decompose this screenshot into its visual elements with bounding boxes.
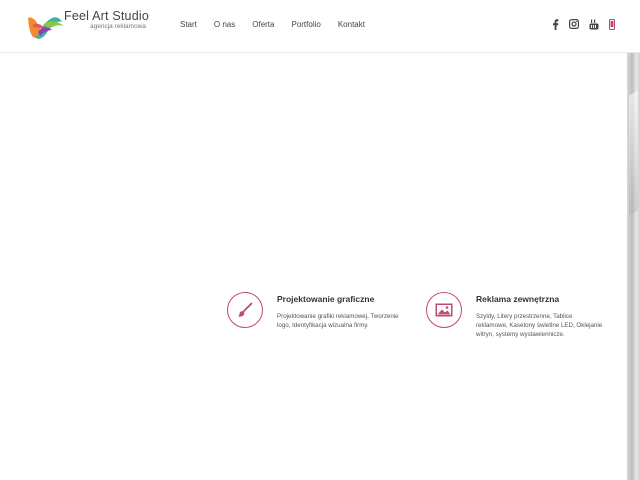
youtube-icon[interactable] [589, 19, 599, 30]
logo[interactable]: Feel Art Studio agencja reklamowa [26, 8, 156, 44]
image-icon [435, 303, 453, 317]
facebook-icon[interactable] [552, 19, 559, 30]
social-links [542, 18, 616, 31]
instagram-icon[interactable] [569, 19, 580, 30]
site-header: Feel Art Studio agencja reklamowa Start … [0, 0, 640, 53]
nav-item-portfolio[interactable]: Portfolio [291, 20, 320, 29]
paintbrush-icon [238, 302, 253, 317]
phone-icon[interactable] [608, 18, 616, 31]
feature-title: Reklama zewnętrzna [476, 294, 560, 304]
feature-icon-circle [227, 292, 263, 328]
feature-description: Projektowanie grafiki reklamowej, Tworze… [277, 313, 399, 329]
logo-mark-icon [28, 17, 64, 39]
brand-name: Feel Art Studio [64, 9, 149, 23]
main-nav: Start O nas Oferta Portfolio Kontakt [180, 20, 382, 29]
nav-item-start[interactable]: Start [180, 20, 197, 29]
nav-item-kontakt[interactable]: Kontakt [338, 20, 365, 29]
feature-title: Projektowanie graficzne [277, 294, 375, 304]
nav-item-oferta[interactable]: Oferta [252, 20, 274, 29]
feature-description: Szyldy, Litery przestrzenne, Tablice rek… [476, 313, 603, 338]
side-slider-edge [627, 53, 640, 480]
feature-icon-circle [426, 292, 462, 328]
nav-item-o-nas[interactable]: O nas [214, 20, 235, 29]
brand-tagline: agencja reklamowa [90, 23, 147, 30]
